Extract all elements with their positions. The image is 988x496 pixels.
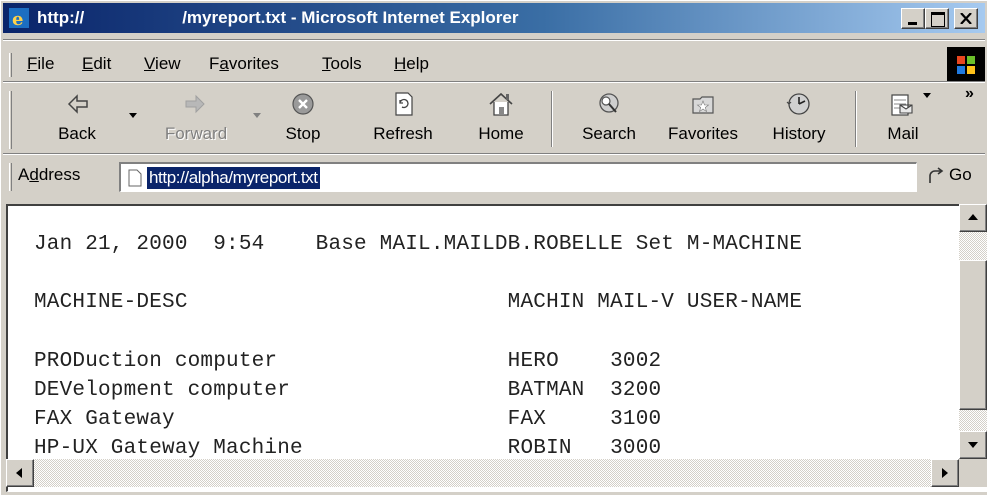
address-bar: Address http://alpha/myreport.txt Go xyxy=(3,157,985,197)
address-url[interactable]: http://alpha/myreport.txt xyxy=(147,167,320,189)
scroll-down-button[interactable] xyxy=(959,431,987,459)
address-label: Address xyxy=(18,165,81,184)
windows-throbber xyxy=(947,47,985,83)
address-grip[interactable] xyxy=(9,163,12,191)
up-arrow-icon xyxy=(968,214,978,220)
search-label: Search xyxy=(582,124,636,143)
maximize-button[interactable] xyxy=(925,8,949,29)
svg-text:e: e xyxy=(12,9,23,28)
go-arrow-icon[interactable] xyxy=(927,167,947,185)
minimize-button[interactable] xyxy=(901,8,925,29)
left-arrow-icon xyxy=(16,468,22,478)
menu-grip[interactable] xyxy=(9,53,12,77)
back-button[interactable]: Back xyxy=(47,89,107,151)
close-button[interactable] xyxy=(954,8,978,29)
go-button[interactable]: Go xyxy=(949,165,972,185)
report-text: Jan 21, 2000 9:54 Base MAIL.MAILDB.ROBEL… xyxy=(34,230,802,464)
history-button[interactable]: History xyxy=(759,89,839,151)
stop-button[interactable]: Stop xyxy=(275,89,331,151)
favorites-button[interactable]: Favorites xyxy=(655,89,751,151)
address-separator-top xyxy=(3,153,985,155)
standard-toolbar: Back Forward Stop Refresh Home Search Fa… xyxy=(3,85,985,153)
report-line: FAX Gateway FAX 3100 xyxy=(34,408,662,432)
report-line xyxy=(34,318,802,347)
refresh-label: Refresh xyxy=(373,124,433,143)
scrollbar-corner xyxy=(959,459,987,487)
report-line: MACHINE-DESC MACHIN MAIL-V USER-NAME xyxy=(34,291,803,315)
home-icon xyxy=(489,92,513,116)
page-content[interactable]: Jan 21, 2000 9:54 Base MAIL.MAILDB.ROBEL… xyxy=(6,204,987,492)
vertical-scroll-thumb[interactable] xyxy=(959,260,987,410)
mail-dropdown-arrow[interactable] xyxy=(923,93,931,98)
home-button[interactable]: Home xyxy=(469,89,533,151)
menu-favorites[interactable]: Favorites xyxy=(209,54,279,74)
forward-dropdown-arrow[interactable] xyxy=(253,113,261,118)
scroll-left-button[interactable] xyxy=(6,459,34,487)
stop-label: Stop xyxy=(285,124,321,143)
scroll-right-button[interactable] xyxy=(931,459,959,487)
history-label: History xyxy=(772,124,826,143)
down-arrow-icon xyxy=(968,442,978,448)
history-clock-icon xyxy=(786,93,810,115)
right-arrow-icon xyxy=(942,468,948,478)
home-label: Home xyxy=(478,124,524,143)
toolbar-separator-top xyxy=(3,81,985,83)
stop-icon xyxy=(292,93,314,115)
scroll-up-button[interactable] xyxy=(959,204,987,232)
horizontal-scrollbar[interactable] xyxy=(6,459,959,487)
title-suffix: /myreport.txt - Microsoft Internet Explo… xyxy=(182,8,519,27)
title-bar[interactable]: e http:// /myreport.txt - Microsoft Inter… xyxy=(3,3,985,33)
search-globe-icon xyxy=(599,93,619,113)
address-input[interactable]: http://alpha/myreport.txt xyxy=(119,162,917,192)
refresh-button[interactable]: Refresh xyxy=(363,89,443,151)
windows-logo-icon xyxy=(957,56,975,74)
mail-label: Mail xyxy=(887,124,919,143)
forward-arrow-icon xyxy=(185,94,205,114)
menu-tools[interactable]: Tools xyxy=(322,54,362,74)
menu-bar: File Edit View Favorites Tools Help xyxy=(3,47,985,83)
vertical-scrollbar[interactable] xyxy=(959,204,987,459)
search-button[interactable]: Search xyxy=(569,89,649,151)
report-line: DEVelopment computer BATMAN 3200 xyxy=(34,379,662,403)
report-line: PRODuction computer HERO 3002 xyxy=(34,349,662,373)
menu-file[interactable]: File xyxy=(27,54,54,74)
report-line xyxy=(34,259,802,288)
page-icon xyxy=(128,169,142,187)
toolbar-grip[interactable] xyxy=(9,91,12,149)
favorites-label: Favorites xyxy=(668,124,738,143)
browser-window: e http:// /myreport.txt - Microsoft Inter… xyxy=(0,0,988,496)
menu-help[interactable]: Help xyxy=(394,54,429,74)
toolbar-separator xyxy=(551,91,553,147)
back-arrow-icon xyxy=(67,94,88,114)
refresh-icon xyxy=(395,92,413,116)
favorites-folder-icon xyxy=(692,96,714,114)
menu-edit[interactable]: Edit xyxy=(82,54,111,74)
report-line: Jan 21, 2000 9:54 Base MAIL.MAILDB.ROBEL… xyxy=(34,233,803,256)
ie-logo-icon: e xyxy=(9,8,29,28)
title-prefix: http:// xyxy=(37,8,85,27)
back-label: Back xyxy=(58,124,96,143)
mail-icon xyxy=(891,94,913,116)
forward-button[interactable]: Forward xyxy=(153,89,239,151)
menu-view[interactable]: View xyxy=(144,54,181,74)
window-title: http:// /myreport.txt - Microsoft Interne… xyxy=(37,8,518,28)
back-dropdown-arrow[interactable] xyxy=(129,113,137,118)
forward-label: Forward xyxy=(164,124,228,143)
mail-button[interactable]: Mail xyxy=(873,89,933,151)
menu-separator-top xyxy=(3,39,985,41)
toolbar-more-chevron[interactable]: » xyxy=(965,85,974,103)
toolbar-separator-2 xyxy=(855,91,857,147)
redacted-host xyxy=(84,9,182,23)
close-icon xyxy=(960,13,972,24)
